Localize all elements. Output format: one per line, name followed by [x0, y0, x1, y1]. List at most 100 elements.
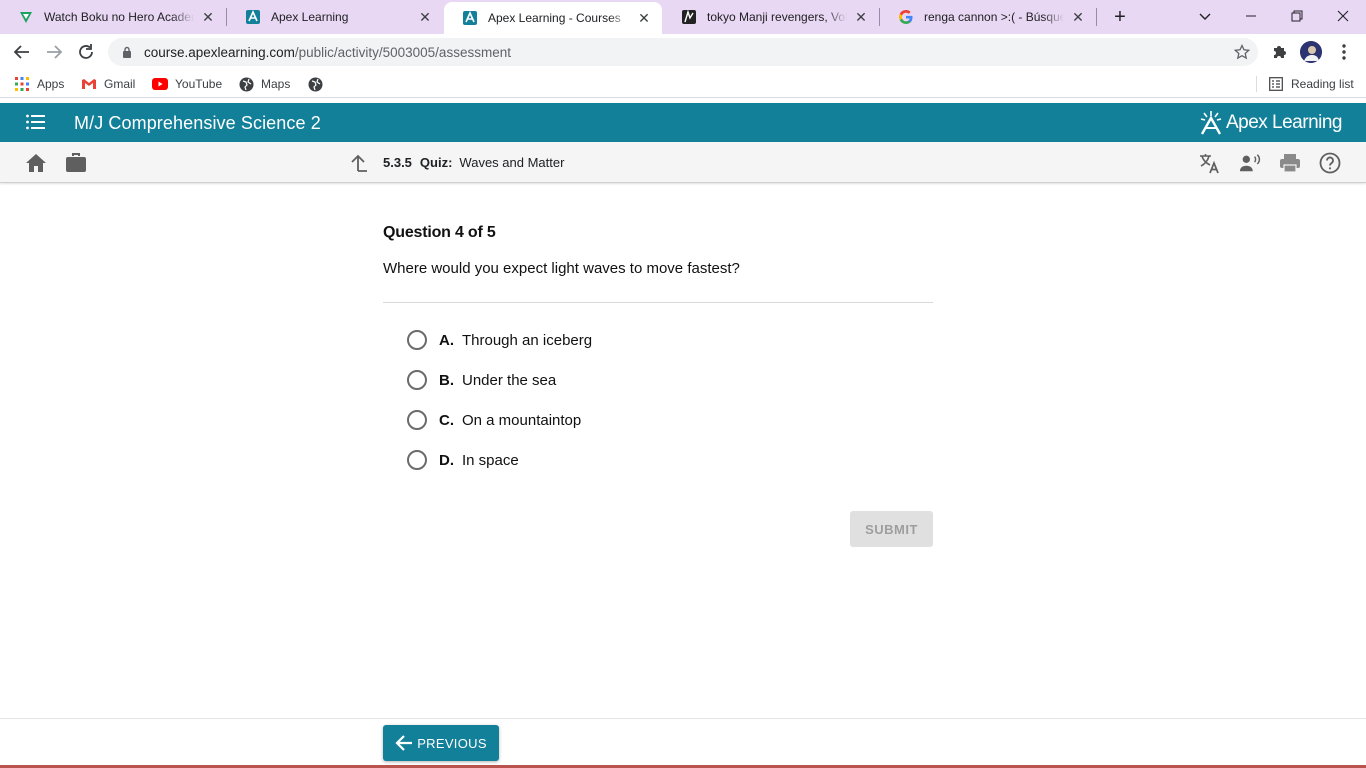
radio-button[interactable] [407, 370, 427, 390]
arrow-right-icon [47, 45, 63, 59]
lock-icon [120, 45, 134, 59]
reading-list-button[interactable]: Reading list [1268, 75, 1354, 93]
tab-title: tokyo Manji revengers, Vol.9 [707, 10, 847, 24]
hamburger-menu-icon[interactable] [26, 114, 46, 130]
app-header: M/J Comprehensive Science 2 Apex Learnin… [0, 103, 1366, 142]
tab-tokyo-revengers[interactable]: tokyo Manji revengers, Vol.9 ✕ [663, 0, 879, 34]
close-icon[interactable]: ✕ [200, 9, 216, 25]
minimize-icon [1246, 15, 1256, 17]
activity-title: Waves and Matter [459, 155, 565, 170]
tab-title: Apex Learning [271, 10, 349, 24]
tab-boku-no-hero[interactable]: Watch Boku no Hero Academia ✕ [0, 0, 226, 34]
reload-icon [79, 44, 93, 59]
read-aloud-button[interactable] [1239, 152, 1261, 174]
option-letter: A. [439, 331, 454, 349]
course-title: M/J Comprehensive Science 2 [74, 113, 321, 133]
answer-option-c[interactable]: C. On a mountaintop [407, 409, 581, 431]
arrow-left-icon [395, 735, 413, 751]
browser-menu-button[interactable] [1334, 42, 1354, 62]
home-button[interactable] [25, 152, 47, 174]
tab-search-button[interactable] [1182, 0, 1228, 32]
tab-apex-learning[interactable]: Apex Learning ✕ [227, 0, 443, 34]
tab-apex-courses[interactable]: Apex Learning - Courses ✕ [444, 2, 662, 34]
apps-grid-icon [14, 76, 30, 92]
tab-title: Watch Boku no Hero Academia [44, 10, 194, 24]
url-host: course.apexlearning.com [144, 44, 295, 60]
briefcase-icon [66, 153, 86, 172]
globe-icon [307, 76, 323, 92]
previous-label: PREVIOUS [417, 735, 487, 751]
browser-window: Watch Boku no Hero Academia ✕ Apex Learn… [0, 0, 1366, 768]
tab-strip: Watch Boku no Hero Academia ✕ Apex Learn… [0, 0, 1366, 34]
option-text: Through an iceberg [462, 331, 593, 349]
reload-button[interactable] [72, 38, 100, 66]
bookmark-gmail[interactable]: Gmail [81, 75, 135, 93]
help-icon [1319, 152, 1341, 174]
option-text: In space [462, 451, 519, 469]
address-bar[interactable]: course.apexlearning.com/public/activity/… [108, 38, 1258, 66]
option-text: On a mountaintop [462, 411, 582, 429]
question-text: Where would you expect light waves to mo… [383, 260, 740, 277]
new-tab-button[interactable]: + [1108, 5, 1132, 29]
globe-icon [238, 76, 254, 92]
puzzle-icon [1274, 46, 1286, 58]
answer-option-b[interactable]: B. Under the sea [407, 369, 556, 391]
radio-button[interactable] [407, 410, 427, 430]
logo-text: Apex Learning [1225, 112, 1343, 133]
close-icon[interactable]: ✕ [636, 10, 652, 26]
close-icon[interactable]: ✕ [417, 9, 433, 25]
activity-toolbar: 5.3.5 Quiz: Waves and Matter [0, 142, 1366, 183]
bookmark-youtube[interactable]: YouTube [152, 75, 222, 93]
speaker-person-icon [1239, 154, 1261, 172]
bookmark-label: Gmail [104, 77, 136, 91]
option-letter: B. [439, 371, 454, 389]
tab-divider [1096, 8, 1097, 26]
radio-button[interactable] [407, 450, 427, 470]
bookmark-maps[interactable]: Maps [238, 75, 290, 93]
help-button[interactable] [1319, 152, 1341, 174]
window-close-button[interactable] [1320, 0, 1366, 32]
extensions-button[interactable] [1270, 42, 1290, 62]
question-progress: Question 4 of 5 [383, 224, 496, 241]
profile-avatar[interactable] [1300, 41, 1322, 63]
apex-icon [245, 9, 261, 25]
activity-number: 5.3.5 [383, 155, 412, 170]
close-icon[interactable]: ✕ [1070, 9, 1086, 25]
submit-button[interactable]: SUBMIT [850, 511, 933, 547]
page-footer: PREVIOUS [0, 718, 1366, 768]
bookmark-label: Maps [261, 77, 291, 91]
forward-button[interactable] [40, 38, 68, 66]
chevron-down-icon [1199, 13, 1211, 20]
close-icon[interactable]: ✕ [853, 9, 869, 25]
url-text: course.apexlearning.com/public/activity/… [144, 45, 511, 60]
back-button[interactable] [8, 38, 36, 66]
answer-option-d[interactable]: D. In space [407, 449, 519, 471]
translate-button[interactable] [1199, 152, 1221, 174]
option-letter: C. [439, 411, 454, 429]
print-icon [1280, 154, 1300, 173]
radio-button[interactable] [407, 330, 427, 350]
briefcase-button[interactable] [65, 152, 87, 174]
tab-title: renga cannon >:( - Búsqueda [924, 10, 1064, 24]
arrow-left-icon [13, 45, 29, 59]
manga-icon [681, 9, 697, 25]
print-button[interactable] [1279, 152, 1301, 174]
bookmark-apps[interactable]: Apps [14, 75, 64, 93]
minimize-button[interactable] [1228, 0, 1274, 32]
answer-option-a[interactable]: A. Through an iceberg [407, 329, 592, 351]
url-path: /public/activity/5003005/assessment [294, 44, 511, 60]
arrow-up-icon [351, 154, 367, 172]
reading-list-icon [1268, 76, 1284, 92]
up-level-button[interactable] [347, 152, 369, 174]
restore-button[interactable] [1274, 0, 1320, 32]
bookmark-globe[interactable] [307, 75, 330, 93]
bookmark-label: Apps [37, 77, 65, 91]
previous-button[interactable]: PREVIOUS [383, 725, 499, 761]
tab-google-search[interactable]: renga cannon >:( - Búsqueda ✕ [880, 0, 1096, 34]
youtube-icon [152, 76, 168, 92]
question-divider [383, 302, 933, 303]
apex-learning-logo: Apex Learning [1200, 109, 1343, 137]
star-icon[interactable] [1233, 43, 1251, 60]
bookmark-label: YouTube [175, 77, 223, 91]
option-text: Under the sea [462, 371, 557, 389]
